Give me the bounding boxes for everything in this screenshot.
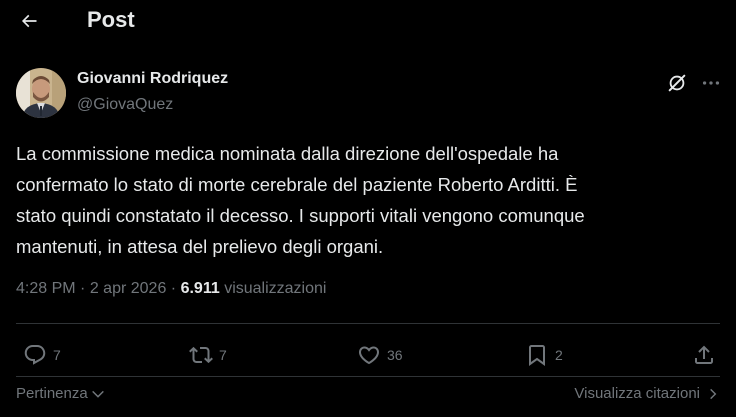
author-name[interactable]: Giovanni Rodriquez — [77, 70, 228, 88]
repost-button[interactable]: 7 — [189, 340, 227, 370]
like-button[interactable]: 36 — [357, 340, 403, 370]
more-horizontal-icon — [702, 81, 720, 85]
reply-icon — [24, 345, 46, 365]
divider — [16, 376, 720, 377]
post-date[interactable]: 2 apr 2026 — [90, 280, 167, 297]
view-quotes-link[interactable]: Visualizza citazioni — [574, 385, 720, 402]
arrow-left-icon — [21, 14, 37, 28]
share-button[interactable] — [692, 340, 716, 370]
sort-dropdown[interactable]: Pertinenza — [16, 385, 106, 402]
meta-separator: · — [170, 280, 177, 297]
view-quotes-label: Visualizza citazioni — [574, 385, 700, 402]
more-options-button[interactable] — [699, 71, 723, 95]
post-meta: 4:28 PM · 2 apr 2026 · 6.911 visualizzaz… — [16, 280, 326, 298]
like-count: 36 — [387, 347, 403, 363]
views-label: visualizzazioni — [224, 280, 327, 297]
sort-label: Pertinenza — [16, 385, 88, 402]
back-button[interactable] — [14, 6, 44, 36]
bookmark-button[interactable]: 2 — [525, 340, 563, 370]
post-text: La commissione medica nominata dalla dir… — [16, 143, 585, 257]
chevron-down-icon — [91, 390, 104, 398]
post-time[interactable]: 4:28 PM — [16, 280, 76, 297]
meta-separator: · — [80, 280, 86, 297]
bookmark-icon — [529, 345, 545, 366]
repost-icon — [189, 346, 213, 364]
share-icon — [695, 345, 713, 364]
page-title: Post — [87, 7, 135, 32]
bookmark-count: 2 — [555, 347, 563, 363]
repost-count: 7 — [219, 347, 227, 363]
heart-icon — [358, 346, 380, 365]
reply-button[interactable]: 7 — [23, 340, 61, 370]
chevron-right-icon — [710, 388, 717, 399]
top-bar: Post — [0, 0, 736, 44]
reply-count: 7 — [53, 347, 61, 363]
views-count: 6.911 — [180, 280, 220, 297]
grok-button[interactable] — [665, 71, 689, 95]
grok-icon — [668, 74, 686, 92]
author-handle[interactable]: @GiovaQuez — [77, 96, 173, 114]
avatar[interactable] — [16, 68, 66, 118]
divider — [16, 323, 720, 324]
